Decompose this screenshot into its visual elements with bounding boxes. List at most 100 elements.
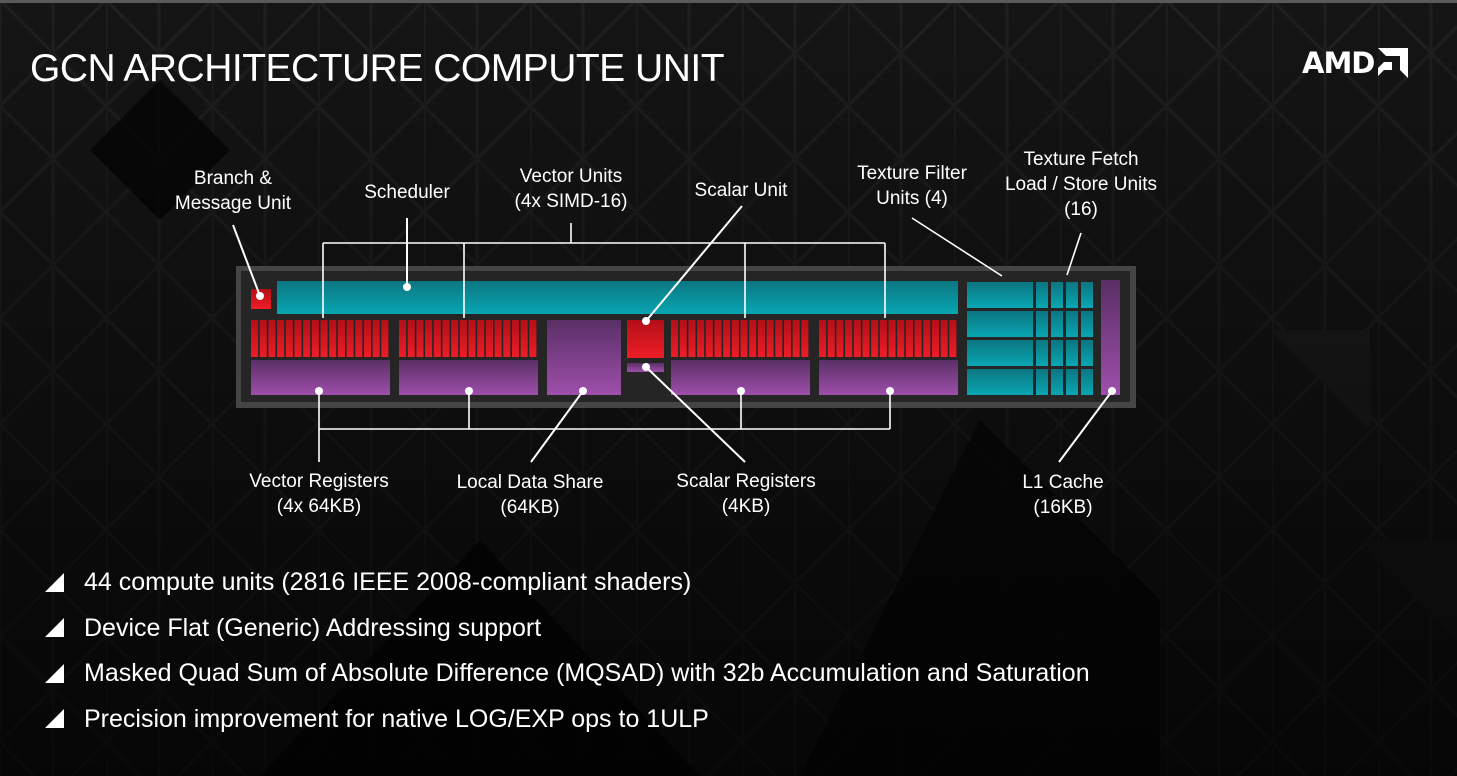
- label-texture-filter: Texture Filter Units (4): [857, 161, 967, 211]
- simd-3-lane: [679, 320, 687, 357]
- simd-2-lane: [520, 320, 528, 357]
- label-branch: Branch & Message Unit: [175, 166, 291, 216]
- texture-fetch-unit: [1066, 340, 1078, 366]
- label-vector-units: Vector Units (4x SIMD-16): [515, 164, 628, 214]
- simd-3-lane: [749, 320, 757, 357]
- vector-registers-callout-dot: [465, 387, 473, 395]
- triangle-bullet-icon: [45, 663, 64, 683]
- scalar-unit-block: [627, 320, 664, 358]
- simd-2-lane: [442, 320, 450, 357]
- simd-1-lane: [268, 320, 276, 357]
- texture-fetch-unit: [1051, 369, 1063, 395]
- label-line: Load / Store Units: [1004, 174, 1158, 195]
- simd-2-lane: [399, 320, 407, 357]
- label-line: (16KB): [1033, 497, 1093, 518]
- texture-fetch-unit: [1081, 311, 1093, 337]
- label-line: Texture Filter: [857, 163, 967, 184]
- bullet-text: Device Flat (Generic) Addressing support: [84, 613, 542, 642]
- triangle-bullet-icon: [45, 572, 64, 592]
- label-line: (64KB): [500, 497, 560, 518]
- bullet-text: Masked Quad Sum of Absolute Difference (…: [84, 659, 1090, 688]
- simd-1-lane: [329, 320, 337, 357]
- simd-1-lane: [346, 320, 354, 357]
- texture-fetch-unit: [1081, 282, 1093, 308]
- simd-3-lane: [688, 320, 696, 357]
- label-line: (4x 64KB): [276, 496, 362, 517]
- simd-3-lane: [697, 320, 705, 357]
- vector-registers-callout-dot: [886, 387, 894, 395]
- simd-4-lane: [931, 320, 940, 357]
- simd-3-lane: [766, 320, 774, 357]
- simd-1-lane: [381, 320, 389, 357]
- label-line: Message Unit: [174, 193, 292, 214]
- label-line: (4x SIMD-16): [514, 191, 628, 212]
- l1-cache-callout-dot: [1108, 387, 1116, 395]
- simd-3-lane: [671, 320, 679, 357]
- simd-4-lane: [914, 320, 922, 357]
- simd-1-lane: [303, 320, 311, 357]
- texture-fetch-unit: [1036, 340, 1048, 366]
- simd-4-lane: [845, 320, 853, 357]
- triangle-bullet-icon: [45, 709, 64, 729]
- simd-4-lane: [853, 320, 861, 357]
- simd-2-lane: [468, 320, 476, 357]
- simd-4-lane: [871, 320, 879, 357]
- simd-2-lane: [407, 320, 415, 357]
- simd-1-lane: [363, 320, 372, 357]
- simd-2-lane: [433, 320, 441, 357]
- bullet-text: Precision improvement for native LOG/EXP…: [84, 704, 709, 733]
- simd-2-lane: [485, 320, 493, 357]
- simd-3-lane: [705, 320, 713, 357]
- simd-2-lane: [503, 320, 511, 357]
- simd-4-lane: [905, 320, 913, 357]
- simd-1-lane: [251, 320, 259, 357]
- scheduler-callout-dot: [403, 283, 411, 291]
- texture-fetch-unit: [1051, 282, 1063, 308]
- label-scheduler: Scheduler: [364, 180, 450, 205]
- label-scalar-registers: Scalar Registers (4KB): [676, 469, 815, 519]
- simd-3-lane: [757, 320, 765, 357]
- bullet-item: Masked Quad Sum of Absolute Difference (…: [44, 651, 1090, 697]
- scalar-registers-callout-dot: [642, 363, 650, 371]
- label-vector-registers: Vector Registers (4x 64KB): [249, 469, 388, 519]
- simd-4-lane: [897, 320, 905, 357]
- label-line: Scalar Unit: [694, 180, 788, 201]
- texture-fetch-unit: [1066, 282, 1078, 308]
- texture-fetch-unit: [1081, 369, 1093, 395]
- bullet-list: 44 compute units (2816 IEEE 2008-complia…: [44, 560, 1090, 742]
- simd-1-lane: [337, 320, 345, 357]
- simd-1-lane: [311, 320, 319, 357]
- simd-3-lane: [792, 320, 800, 357]
- local-data-share-block: [547, 320, 621, 395]
- label-texture-fetch: Texture Fetch Load / Store Units (16): [1005, 147, 1157, 222]
- branch-callout-dot: [256, 292, 264, 300]
- label-line: Scalar Registers: [676, 471, 816, 492]
- simd-2-lane: [459, 320, 467, 357]
- label-line: Branch &: [193, 168, 273, 189]
- triangle-bullet-icon: [45, 618, 64, 638]
- simd-3-lane: [801, 320, 809, 357]
- texture-filter-unit: [967, 311, 1033, 337]
- label-line: Scheduler: [364, 182, 450, 203]
- simd-1-lane: [355, 320, 363, 357]
- simd-3-lane: [714, 320, 722, 357]
- simd-2-lane: [494, 320, 502, 357]
- simd-4-lane: [923, 320, 931, 357]
- simd-1-lane: [372, 320, 380, 357]
- simd-4-lane: [888, 320, 896, 357]
- simd-4-lane: [949, 320, 957, 357]
- label-line: L1 Cache: [1022, 472, 1104, 493]
- scalar-unit-callout-dot: [642, 317, 650, 325]
- texture-fetch-unit: [1036, 369, 1048, 395]
- label-line: Local Data Share: [456, 472, 604, 493]
- simd-2-lane: [416, 320, 424, 357]
- bullet-text: 44 compute units (2816 IEEE 2008-complia…: [84, 568, 692, 597]
- simd-1-lane: [320, 320, 328, 357]
- label-local-data-share: Local Data Share (64KB): [457, 470, 604, 520]
- simd-3-lane: [731, 320, 739, 357]
- simd-4-lane: [940, 320, 948, 357]
- simd-3-lane: [783, 320, 792, 357]
- simd-3-lane: [740, 320, 748, 357]
- label-line: Vector Registers: [249, 471, 389, 492]
- texture-filter-unit: [967, 282, 1033, 308]
